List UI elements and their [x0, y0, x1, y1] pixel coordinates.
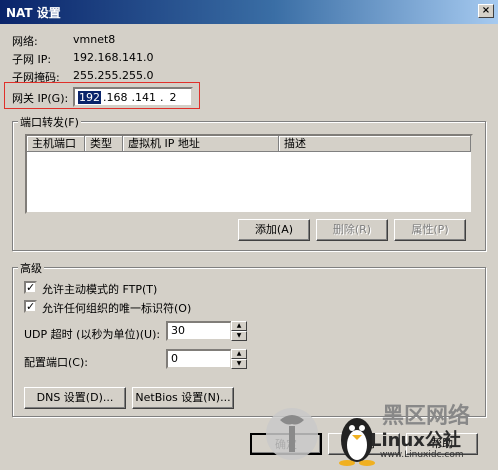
allow-oui-checkbox[interactable]: ✓ — [24, 300, 37, 313]
gateway-octet-4[interactable]: 2 — [170, 91, 177, 104]
udp-timeout-label: UDP 超时 (以秒为单位)(U): — [24, 328, 161, 341]
advanced-title: 高级 — [18, 260, 44, 276]
ok-button[interactable]: 确定 — [250, 433, 322, 455]
help-button[interactable]: 帮助 — [406, 433, 478, 455]
gateway-octet-3[interactable]: .141 — [132, 91, 157, 104]
udp-timeout-spinner[interactable]: ▲ ▼ — [231, 321, 247, 341]
column-host-port[interactable]: 主机端口 — [27, 136, 85, 152]
allow-ftp-label[interactable]: 允许主动模式的 FTP(T) — [42, 281, 157, 297]
remove-button[interactable]: 删除(R) — [316, 219, 388, 241]
subnet-ip-label: 子网 IP: — [12, 53, 52, 66]
column-type[interactable]: 类型 — [85, 136, 123, 152]
netbios-settings-button[interactable]: NetBios 设置(N)... — [132, 387, 234, 409]
config-port-spinner[interactable]: ▲ ▼ — [231, 349, 247, 369]
check-icon: ✓ — [26, 300, 36, 313]
add-button[interactable]: 添加(A) — [238, 219, 310, 241]
network-value: vmnet8 — [73, 33, 116, 46]
column-vm-ip[interactable]: 虚拟机 IP 地址 — [123, 136, 279, 152]
port-forwarding-title: 端口转发(F) — [18, 114, 81, 130]
cancel-button[interactable]: 取消 — [328, 433, 400, 455]
config-port-input[interactable]: 0 — [166, 349, 232, 369]
dns-settings-button[interactable]: DNS 设置(D)... — [24, 387, 126, 409]
spin-up-icon[interactable]: ▲ — [231, 349, 247, 359]
subnet-mask-value: 255.255.255.0 — [73, 69, 154, 82]
subnet-ip-value: 192.168.141.0 — [73, 51, 154, 64]
gateway-octet-1[interactable]: 192 — [78, 90, 101, 104]
spin-down-icon[interactable]: ▼ — [231, 331, 247, 341]
close-button[interactable]: × — [478, 4, 494, 18]
close-icon: × — [481, 5, 491, 16]
column-description[interactable]: 描述 — [279, 136, 471, 152]
network-label: 网络: — [12, 35, 38, 48]
window-title: NAT 设置 — [6, 5, 61, 20]
udp-timeout-input[interactable]: 30 — [166, 321, 232, 341]
gateway-octet-4-dot: . — [160, 90, 164, 104]
properties-button[interactable]: 属性(P) — [394, 219, 466, 241]
gateway-label: 网关 IP(G): — [12, 92, 69, 105]
check-icon: ✓ — [26, 281, 36, 294]
title-bar: NAT 设置 × — [0, 0, 498, 24]
gateway-octet-2[interactable]: .168 — [103, 91, 128, 104]
gateway-ip-field[interactable]: 192 .168 .141 . 2 — [73, 87, 193, 107]
allow-ftp-checkbox[interactable]: ✓ — [24, 281, 37, 294]
allow-oui-label[interactable]: 允许任何组织的唯一标识符(O) — [42, 300, 191, 316]
spin-up-icon[interactable]: ▲ — [231, 321, 247, 331]
port-forwarding-list[interactable]: 主机端口 类型 虚拟机 IP 地址 描述 — [25, 134, 473, 214]
spin-down-icon[interactable]: ▼ — [231, 359, 247, 369]
config-port-label: 配置端口(C): — [24, 356, 88, 369]
